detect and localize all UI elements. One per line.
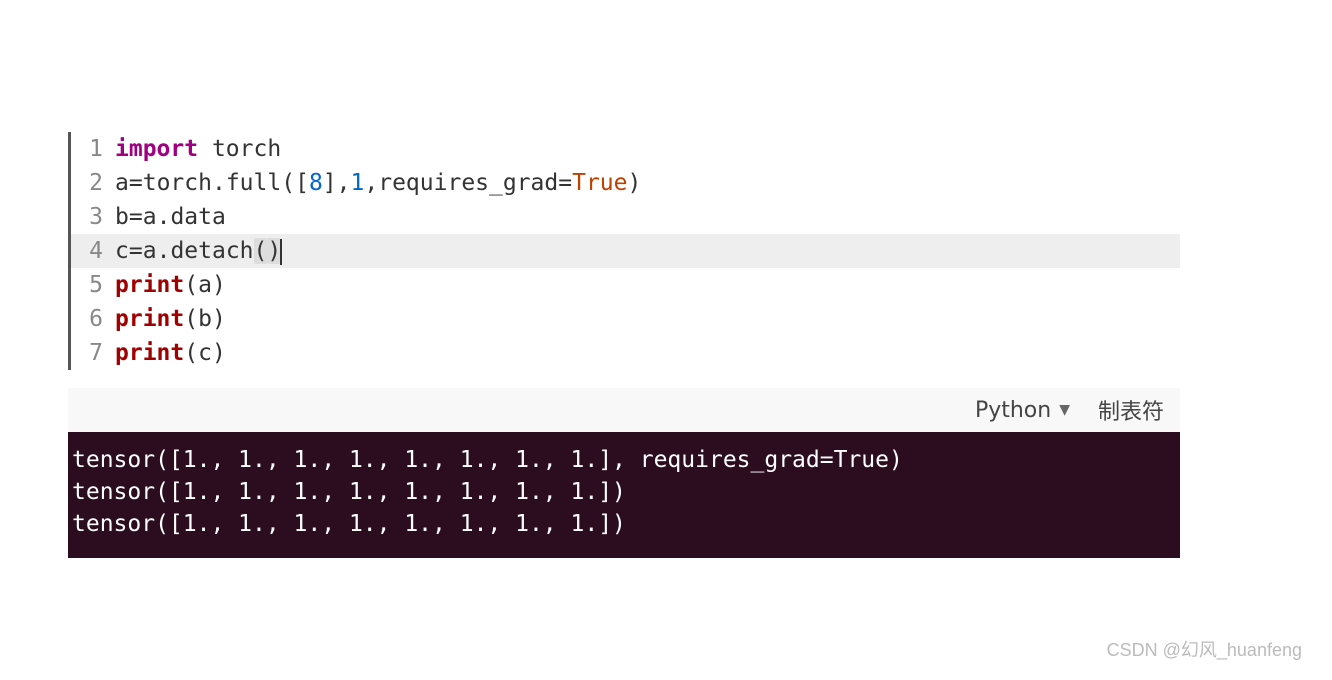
code-content[interactable]: print(a)	[115, 268, 226, 302]
code-content[interactable]: b=a.data	[115, 200, 226, 234]
terminal-line: tensor([1., 1., 1., 1., 1., 1., 1., 1.])	[72, 508, 1176, 540]
chevron-down-icon: ▼	[1059, 402, 1070, 418]
terminal-line: tensor([1., 1., 1., 1., 1., 1., 1., 1.])	[72, 476, 1176, 508]
code-line[interactable]: 3b=a.data	[71, 200, 1180, 234]
language-label: Python	[975, 398, 1051, 423]
code-line[interactable]: 5print(a)	[71, 268, 1180, 302]
status-bar: Python ▼ 制表符	[68, 388, 1180, 432]
line-number: 1	[71, 132, 115, 166]
line-number: 6	[71, 302, 115, 336]
line-number: 3	[71, 200, 115, 234]
line-number: 4	[71, 234, 115, 268]
watermark: CSDN @幻风_huanfeng	[1107, 636, 1302, 662]
code-content[interactable]: print(b)	[115, 302, 226, 336]
code-line[interactable]: 4c=a.detach()	[71, 234, 1180, 268]
code-content[interactable]: c=a.detach()	[115, 234, 282, 268]
code-line[interactable]: 6print(b)	[71, 302, 1180, 336]
line-number: 2	[71, 166, 115, 200]
code-content[interactable]: a=torch.full([8],1,requires_grad=True)	[115, 166, 641, 200]
text-cursor	[280, 239, 282, 265]
line-number: 7	[71, 336, 115, 370]
terminal-line: tensor([1., 1., 1., 1., 1., 1., 1., 1.],…	[72, 444, 1176, 476]
tab-mode-label[interactable]: 制表符	[1098, 394, 1164, 426]
code-content[interactable]: import torch	[115, 132, 281, 166]
language-selector[interactable]: Python ▼	[975, 398, 1070, 423]
terminal-output[interactable]: tensor([1., 1., 1., 1., 1., 1., 1., 1.],…	[68, 432, 1180, 558]
line-number: 5	[71, 268, 115, 302]
code-editor[interactable]: 1import torch2a=torch.full([8],1,require…	[68, 132, 1180, 370]
code-content[interactable]: print(c)	[115, 336, 226, 370]
code-line[interactable]: 7print(c)	[71, 336, 1180, 370]
code-line[interactable]: 1import torch	[71, 132, 1180, 166]
code-line[interactable]: 2a=torch.full([8],1,requires_grad=True)	[71, 166, 1180, 200]
